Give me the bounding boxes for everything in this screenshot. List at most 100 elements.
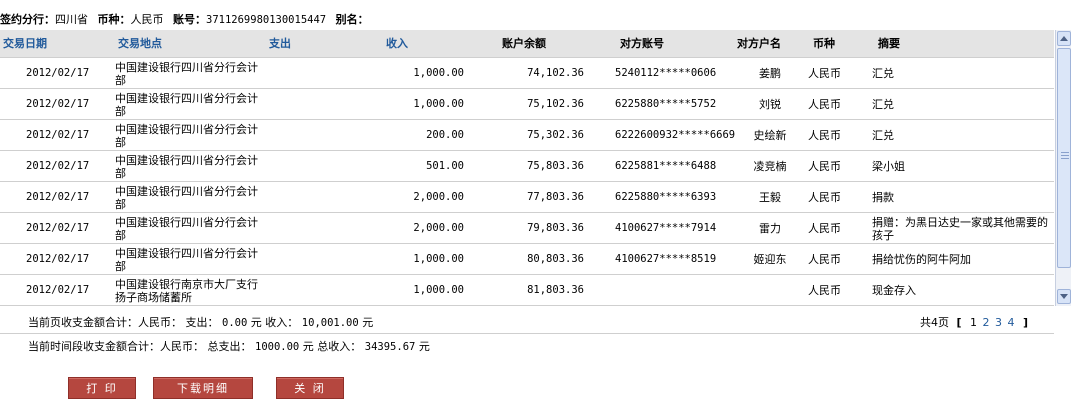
cell-place: 中国建设银行四川省分行会计部 <box>115 184 258 211</box>
page-summary: 当前页收支金额合计：人民币： 支出： 0.00 元 收入： 10,001.00 … <box>28 312 373 334</box>
total-pages: 共4页 <box>920 316 949 329</box>
col-header-place[interactable]: 交易地点 <box>118 30 162 58</box>
account-value: 3711269980130015447 <box>206 14 327 26</box>
currency-value: 人民币 <box>130 13 164 26</box>
alias-label: 别名： <box>335 13 369 26</box>
account-info-bar: 签约分行：四川省 币种：人民币 账号：3711269980130015447 别… <box>0 12 375 28</box>
col-header-income[interactable]: 收入 <box>386 30 408 58</box>
period-income-label: 总收入： <box>317 340 362 353</box>
cell-counter-account: 4100627*****7914 <box>615 222 717 234</box>
cell-income: 200.00 <box>426 129 464 141</box>
pagination-close-bracket: ] <box>1023 316 1029 329</box>
close-button[interactable]: 关 闭 <box>276 377 344 399</box>
cell-income: 2,000.00 <box>413 222 464 234</box>
cell-expense <box>270 213 350 244</box>
scroll-down-button[interactable] <box>1057 289 1071 304</box>
cell-counter-name: 王毅 <box>759 191 781 204</box>
cell-currency: 人民币 <box>808 222 841 235</box>
page-link-3[interactable]: 3 <box>995 316 1002 329</box>
cell-expense <box>270 244 350 275</box>
cell-income: 2,000.00 <box>413 191 464 203</box>
cell-memo: 梁小姐 <box>872 160 905 173</box>
col-header-currency: 币种 <box>813 37 835 50</box>
scroll-thumb[interactable] <box>1057 48 1071 268</box>
currency-label: 币种： <box>97 13 131 26</box>
col-header-memo: 摘要 <box>878 37 900 50</box>
period-summary-label: 当前时间段收支金额合计：人民币： <box>28 340 204 353</box>
cell-counter-name: 史绘新 <box>753 129 787 142</box>
col-header-expense[interactable]: 支出 <box>269 30 291 58</box>
col-header-date[interactable]: 交易日期 <box>3 30 47 58</box>
cell-place: 中国建设银行四川省分行会计部 <box>115 122 258 149</box>
cell-date: 2012/02/17 <box>26 284 90 296</box>
col-header-counter-account: 对方账号 <box>620 37 664 50</box>
cell-memo: 汇兑 <box>872 129 894 142</box>
cell-memo: 现金存入 <box>872 284 916 297</box>
cell-counter-name: 姜鹏 <box>759 67 781 80</box>
cell-date: 2012/02/17 <box>26 129 90 141</box>
cell-balance: 81,803.36 <box>527 284 584 296</box>
branch-label: 签约分行： <box>0 13 55 26</box>
grid-header: 交易日期 交易地点 支出 收入 账户余额 对方账号 对方户名 币种 摘要 <box>0 30 1054 58</box>
page-link-1[interactable]: 1 <box>970 316 977 329</box>
cell-expense <box>270 151 350 182</box>
cell-income: 1,000.00 <box>413 284 464 296</box>
page-summary-label: 当前页收支金额合计：人民币： <box>28 316 182 329</box>
cell-memo: 汇兑 <box>872 98 894 111</box>
cell-income: 1,000.00 <box>413 98 464 110</box>
branch-value: 四川省 <box>55 13 88 26</box>
page-link-4[interactable]: 4 <box>1008 316 1015 329</box>
period-income-value: 34395.67 <box>364 341 416 353</box>
cell-date: 2012/02/17 <box>26 98 90 110</box>
cell-balance: 80,803.36 <box>527 253 584 265</box>
page-income-value: 10,001.00 <box>301 317 359 329</box>
cell-memo: 捐给忧伤的阿牛阿加 <box>872 253 971 266</box>
scroll-up-button[interactable] <box>1057 31 1071 46</box>
account-label: 账号： <box>173 13 206 26</box>
cell-date: 2012/02/17 <box>26 222 90 234</box>
cell-place: 中国建设银行四川省分行会计部 <box>115 153 258 180</box>
period-expense-value: 1000.00 <box>255 341 300 353</box>
period-summary: 当前时间段收支金额合计：人民币： 总支出： 1000.00 元 总收入： 343… <box>28 338 430 356</box>
grid-rows: 2012/02/17 中国建设银行四川省分行会计部 1,000.00 74,10… <box>0 58 1054 306</box>
print-button[interactable]: 打 印 <box>68 377 136 399</box>
cell-balance: 75,302.36 <box>527 129 584 141</box>
cell-currency: 人民币 <box>808 129 841 142</box>
col-header-counter-name: 对方户名 <box>737 37 781 50</box>
table-row: 2012/02/17 中国建设银行南京市大厂支行扬子商场储蓄所 1,000.00… <box>0 275 1054 306</box>
cell-currency: 人民币 <box>808 253 841 266</box>
cell-expense <box>270 58 350 89</box>
cell-currency: 人民币 <box>808 160 841 173</box>
cell-memo: 汇兑 <box>872 67 894 80</box>
cell-balance: 75,102.36 <box>527 98 584 110</box>
cell-counter-account: 6225880*****6393 <box>615 191 717 203</box>
chevron-down-icon <box>1060 294 1068 299</box>
col-header-balance: 账户余额 <box>502 37 546 50</box>
cell-place: 中国建设银行四川省分行会计部 <box>115 246 258 273</box>
cell-expense <box>270 120 350 151</box>
cell-currency: 人民币 <box>808 284 841 297</box>
table-row: 2012/02/17 中国建设银行四川省分行会计部 501.00 75,803.… <box>0 151 1054 182</box>
cell-counter-account: 6225880*****5752 <box>615 98 717 110</box>
page-expense-value: 0.00 <box>222 317 248 329</box>
cell-date: 2012/02/17 <box>26 67 90 79</box>
table-row: 2012/02/17 中国建设银行四川省分行会计部 1,000.00 75,10… <box>0 89 1054 120</box>
cell-counter-account: 6225881*****6488 <box>615 160 717 172</box>
table-row: 2012/02/17 中国建设银行四川省分行会计部 1,000.00 74,10… <box>0 58 1054 89</box>
page-link-2[interactable]: 2 <box>983 316 990 329</box>
cell-income: 1,000.00 <box>413 253 464 265</box>
cell-balance: 75,803.36 <box>527 160 584 172</box>
cell-balance: 74,102.36 <box>527 67 584 79</box>
page-expense-label: 支出： <box>185 316 219 329</box>
table-row: 2012/02/17 中国建设银行四川省分行会计部 200.00 75,302.… <box>0 120 1054 151</box>
cell-counter-account: 6222600932*****6669 <box>615 129 736 141</box>
grid-scrollbar[interactable] <box>1055 30 1071 306</box>
cell-date: 2012/02/17 <box>26 191 90 203</box>
cell-counter-name: 姬迎东 <box>753 253 787 266</box>
cell-memo: 捐款 <box>872 191 894 204</box>
cell-place: 中国建设银行四川省分行会计部 <box>115 91 258 118</box>
cell-expense <box>270 275 350 306</box>
transaction-grid: 交易日期 交易地点 支出 收入 账户余额 对方账号 对方户名 币种 摘要 201… <box>0 30 1072 306</box>
download-details-button[interactable]: 下载明细 <box>153 377 253 399</box>
period-expense-label: 总支出： <box>207 340 252 353</box>
